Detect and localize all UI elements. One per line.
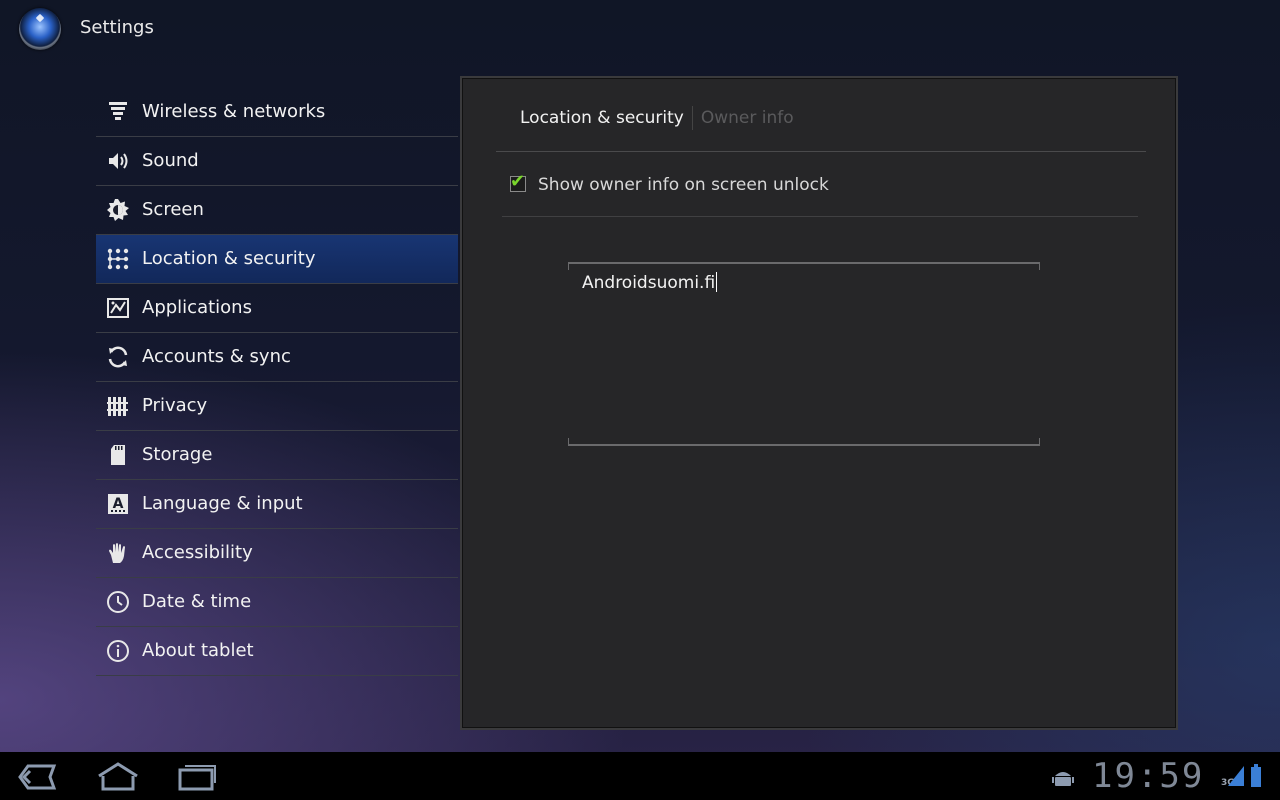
- app-title: Settings: [80, 17, 154, 38]
- text-field-corner: [568, 438, 569, 444]
- battery-icon: [1250, 764, 1262, 792]
- text-field-corner: [1039, 438, 1040, 444]
- show-owner-info-preference[interactable]: ✔ Show owner info on screen unlock: [502, 168, 1138, 216]
- owner-info-text-field[interactable]: Androidsuomi.fi: [568, 262, 1040, 446]
- sidebar-item-accessibility[interactable]: Accessibility: [96, 529, 458, 578]
- back-button[interactable]: [16, 762, 57, 792]
- sidebar-item-about-tablet[interactable]: About tablet: [96, 627, 458, 676]
- sidebar-item-label: About tablet: [142, 640, 254, 661]
- sidebar-item-label: Language & input: [142, 493, 303, 514]
- sidebar-item-applications[interactable]: Applications: [96, 284, 458, 333]
- sync-icon: [106, 345, 130, 369]
- recent-apps-icon: [178, 765, 216, 791]
- settings-app-icon[interactable]: [19, 8, 61, 50]
- sidebar-item-label: Wireless & networks: [142, 101, 326, 122]
- system-bar: 19:59 3G: [0, 752, 1280, 800]
- sidebar-item-label: Accounts & sync: [142, 346, 291, 367]
- breadcrumb-separator: [691, 106, 693, 130]
- sidebar-item-wireless-networks[interactable]: Wireless & networks: [96, 88, 458, 137]
- brightness-icon: [106, 198, 130, 222]
- home-button[interactable]: [96, 762, 138, 792]
- owner-info-text: Androidsuomi.fi: [582, 273, 716, 293]
- sidebar-item-privacy[interactable]: Privacy: [96, 382, 458, 431]
- privacy-fence-icon: [106, 394, 130, 418]
- sidebar-item-label: Sound: [142, 150, 199, 171]
- svg-text:A: A: [113, 496, 124, 512]
- sidebar-item-accounts-sync[interactable]: Accounts & sync: [96, 333, 458, 382]
- back-icon: [18, 764, 57, 790]
- android-debug-icon[interactable]: [1052, 767, 1074, 791]
- sidebar-item-label: Screen: [142, 199, 204, 220]
- pattern-lock-icon: [106, 247, 130, 271]
- clock-icon: [106, 590, 130, 614]
- applications-icon: [106, 296, 130, 320]
- signal-strength-icon: [1228, 766, 1244, 790]
- sidebar-item-storage[interactable]: Storage: [96, 431, 458, 480]
- home-icon: [98, 762, 138, 791]
- sidebar-item-date-time[interactable]: Date & time: [96, 578, 458, 627]
- sidebar-item-sound[interactable]: Sound: [96, 137, 458, 186]
- speaker-icon: [106, 149, 130, 173]
- hand-icon: [106, 541, 130, 565]
- sd-card-icon: [106, 443, 130, 467]
- checkmark-icon: ✔: [510, 171, 526, 192]
- sidebar-item-location-security[interactable]: Location & security: [96, 235, 458, 284]
- sidebar-item-label: Storage: [142, 444, 213, 465]
- language-icon: A: [106, 492, 130, 516]
- action-bar: Settings: [0, 0, 1280, 58]
- text-cursor: [716, 272, 718, 292]
- header-divider: [496, 151, 1146, 152]
- breadcrumb-owner-info: Owner info: [700, 108, 794, 128]
- sidebar-item-language-input[interactable]: A Language & input: [96, 480, 458, 529]
- settings-header-list: Wireless & networks Sound Screen Locatio…: [96, 88, 458, 676]
- sidebar-item-label: Applications: [142, 297, 252, 318]
- show-owner-info-checkbox[interactable]: ✔: [510, 172, 526, 192]
- wifi-signal-icon: [106, 100, 130, 124]
- sidebar-item-label: Accessibility: [142, 542, 253, 563]
- sidebar-item-label: Date & time: [142, 591, 252, 612]
- breadcrumb-location-security[interactable]: Location & security: [520, 108, 684, 128]
- sidebar-item-label: Location & security: [142, 248, 316, 269]
- clock[interactable]: 19:59: [1092, 756, 1204, 796]
- settings-detail-panel: Location & security Owner info ✔ Show own…: [460, 76, 1178, 730]
- sidebar-item-label: Privacy: [142, 395, 208, 416]
- row-divider: [502, 216, 1138, 217]
- show-owner-info-label: Show owner info on screen unlock: [538, 175, 829, 195]
- recent-apps-button[interactable]: [176, 762, 216, 792]
- breadcrumb: Location & security Owner info: [520, 106, 794, 130]
- info-icon: [106, 639, 130, 663]
- sidebar-item-screen[interactable]: Screen: [96, 186, 458, 235]
